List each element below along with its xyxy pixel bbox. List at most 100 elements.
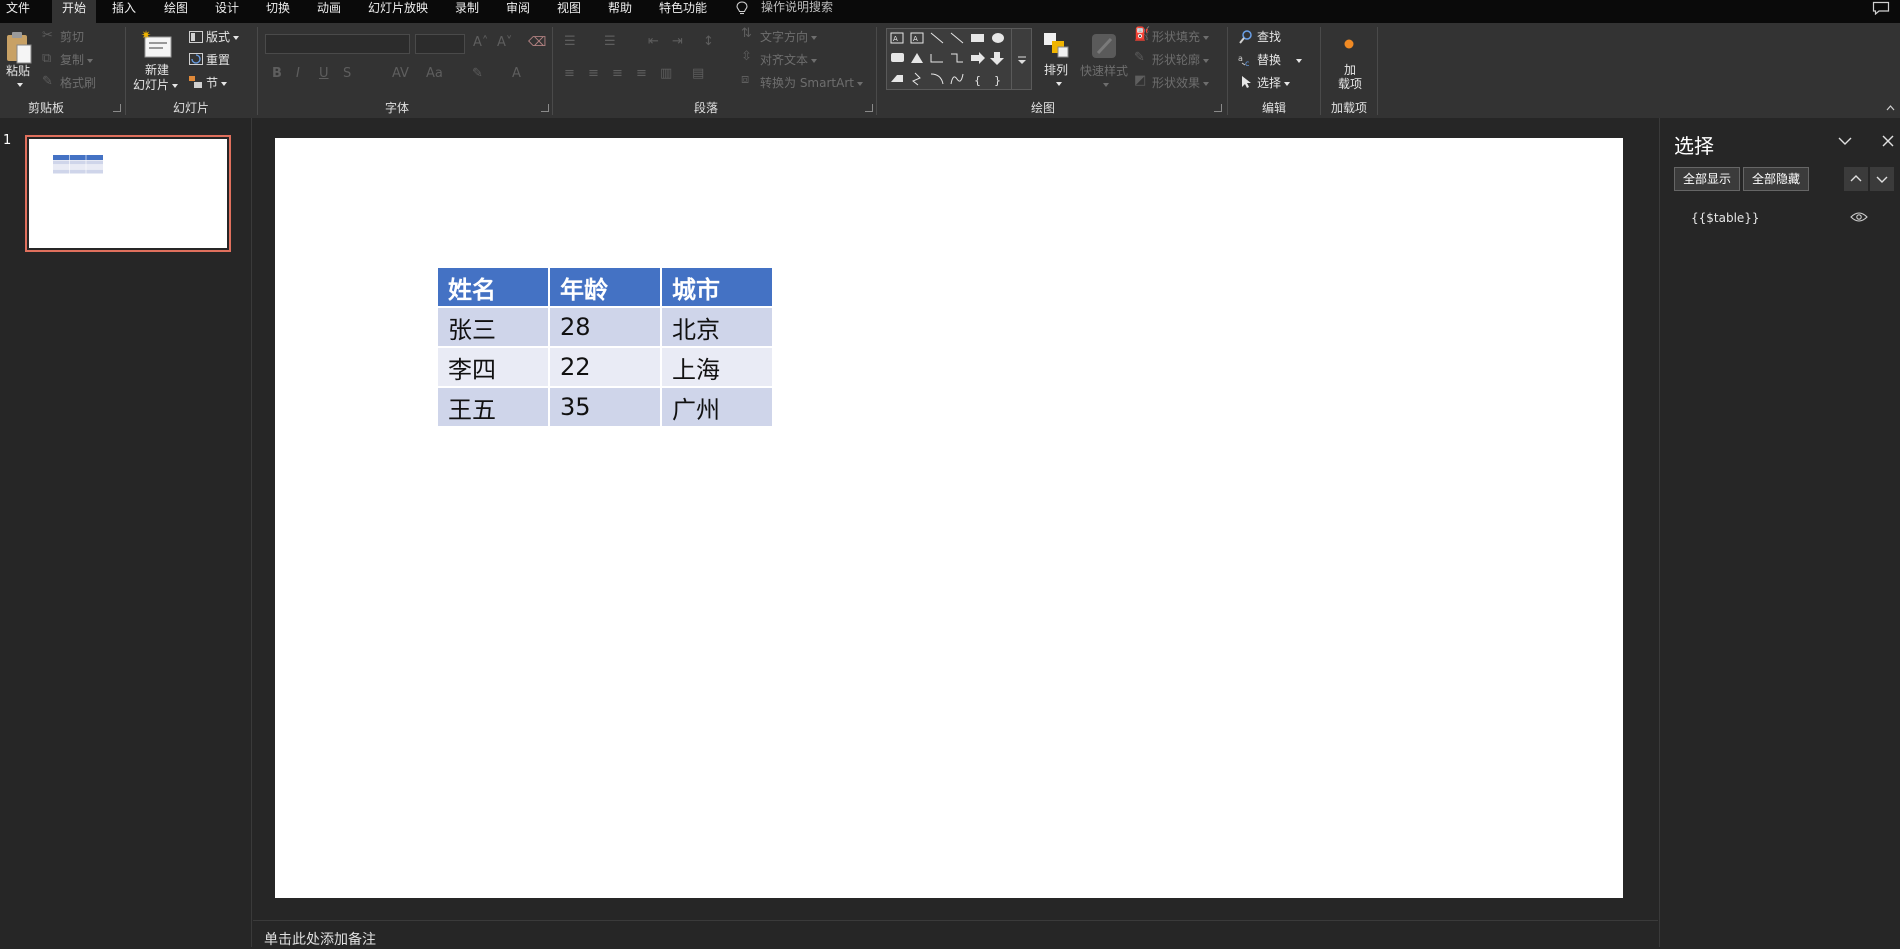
- tab-special-features[interactable]: 特色功能: [655, 0, 711, 23]
- hide-all-button[interactable]: 全部隐藏: [1743, 167, 1809, 191]
- paste-dropdown[interactable]: [14, 76, 23, 92]
- underline-icon[interactable]: U: [319, 66, 329, 81]
- tab-design[interactable]: 设计: [211, 0, 243, 23]
- selection-item-table[interactable]: {{$table}}: [1691, 211, 1760, 225]
- align-center-icon[interactable]: ≡: [588, 66, 599, 81]
- arrange-icon[interactable]: [1042, 31, 1070, 59]
- align-text-button[interactable]: 对齐文本: [760, 52, 818, 68]
- replace-dropdown[interactable]: [1293, 52, 1302, 68]
- bold-icon[interactable]: B: [272, 66, 282, 81]
- italic-icon[interactable]: I: [296, 66, 300, 81]
- slide-thumbnail[interactable]: [25, 135, 231, 252]
- tab-view[interactable]: 视图: [553, 0, 585, 23]
- tab-review[interactable]: 审阅: [502, 0, 534, 23]
- shape-outline-button[interactable]: 形状轮廓: [1152, 52, 1210, 68]
- bullets-icon[interactable]: ☰: [564, 34, 576, 49]
- new-slide-dropdown[interactable]: 幻灯片: [133, 77, 179, 93]
- table-cell[interactable]: 王五: [438, 388, 550, 428]
- convert-smartart-button[interactable]: 转换为 SmartArt: [760, 75, 863, 91]
- reset-button[interactable]: 重置: [206, 52, 230, 68]
- table-header-cell[interactable]: 姓名: [438, 268, 550, 308]
- font-size-combo[interactable]: [415, 34, 465, 54]
- increase-font-icon[interactable]: A˄: [473, 35, 488, 50]
- table-cell[interactable]: 28: [550, 308, 662, 348]
- tab-slideshow[interactable]: 幻灯片放映: [364, 0, 432, 23]
- tab-insert[interactable]: 插入: [108, 0, 140, 23]
- table-cell[interactable]: 广州: [662, 388, 774, 428]
- font-name-combo[interactable]: [265, 34, 410, 54]
- format-painter-button[interactable]: 格式刷: [60, 75, 96, 91]
- numbering-icon[interactable]: ☰: [604, 34, 616, 49]
- strikethrough-icon[interactable]: S: [343, 66, 351, 81]
- replace-button[interactable]: 替换: [1257, 52, 1281, 68]
- shape-fill-button[interactable]: 形状填充: [1152, 29, 1210, 45]
- paste-icon[interactable]: [5, 31, 33, 65]
- pane-options-chevron-icon[interactable]: [1838, 136, 1852, 146]
- line-spacing-icon[interactable]: ↕: [703, 34, 714, 49]
- distributed-icon[interactable]: ▥: [660, 66, 672, 81]
- addins-icon[interactable]: [1342, 37, 1356, 51]
- addins-group-label: 加载项: [1331, 101, 1368, 115]
- layout-button[interactable]: 版式: [206, 29, 240, 45]
- decrease-indent-icon[interactable]: ⇤: [648, 34, 659, 49]
- eye-icon[interactable]: [1850, 211, 1868, 223]
- comments-icon[interactable]: [1872, 1, 1890, 15]
- columns-icon[interactable]: ▤: [692, 66, 704, 81]
- find-button[interactable]: 查找: [1257, 29, 1281, 45]
- text-direction-button[interactable]: 文字方向: [760, 29, 818, 45]
- highlight-icon[interactable]: ✎: [472, 66, 483, 81]
- tab-file[interactable]: 文件: [0, 0, 36, 23]
- cut-button[interactable]: 剪切: [60, 29, 84, 45]
- tab-animations[interactable]: 动画: [313, 0, 345, 23]
- drawing-launcher[interactable]: [1214, 104, 1222, 112]
- clear-formatting-icon[interactable]: ⌫: [528, 35, 546, 50]
- new-slide-button[interactable]: 新建: [145, 62, 169, 78]
- close-icon[interactable]: [1882, 135, 1894, 147]
- align-right-icon[interactable]: ≡: [612, 66, 623, 81]
- tab-draw[interactable]: 绘图: [160, 0, 192, 23]
- table-cell[interactable]: 35: [550, 388, 662, 428]
- change-case-icon[interactable]: Aa: [426, 66, 443, 81]
- clipboard-launcher[interactable]: [113, 104, 121, 112]
- tab-transitions[interactable]: 切换: [262, 0, 294, 23]
- send-backward-button[interactable]: [1870, 167, 1894, 191]
- shapes-more-button[interactable]: [1012, 28, 1032, 90]
- table-header-cell[interactable]: 城市: [662, 268, 774, 308]
- quick-styles-icon[interactable]: [1089, 31, 1119, 61]
- table-cell[interactable]: 上海: [662, 348, 774, 388]
- select-button[interactable]: 选择: [1257, 75, 1291, 91]
- addins-button-line2[interactable]: 载项: [1338, 76, 1362, 92]
- increase-indent-icon[interactable]: ⇥: [672, 34, 683, 49]
- slide-table[interactable]: 姓名 年龄 城市 张三 28 北京 李四 22 上海 王五 35 广州: [438, 268, 774, 428]
- table-header-row: 姓名 年龄 城市: [438, 268, 774, 308]
- character-spacing-icon[interactable]: AV: [392, 66, 409, 81]
- paragraph-launcher[interactable]: [865, 104, 873, 112]
- copy-button[interactable]: 复制: [60, 52, 94, 68]
- tab-help[interactable]: 帮助: [604, 0, 636, 23]
- section-button[interactable]: 节: [206, 75, 228, 91]
- slide-canvas[interactable]: 姓名 年龄 城市 张三 28 北京 李四 22 上海 王五 35 广州: [275, 138, 1623, 898]
- new-slide-icon[interactable]: ✷: [141, 29, 173, 59]
- table-header-cell[interactable]: 年龄: [550, 268, 662, 308]
- font-launcher[interactable]: [541, 104, 549, 112]
- table-cell[interactable]: 李四: [438, 348, 550, 388]
- format-painter-icon: ✎: [42, 74, 53, 89]
- table-cell[interactable]: 北京: [662, 308, 774, 348]
- shapes-gallery[interactable]: A A { }: [886, 28, 1012, 90]
- font-color-icon[interactable]: A: [512, 66, 521, 81]
- show-all-button[interactable]: 全部显示: [1674, 167, 1740, 191]
- notes-placeholder[interactable]: 单击此处添加备注: [264, 929, 376, 949]
- quick-styles-dropdown[interactable]: [1100, 76, 1109, 92]
- bring-forward-button[interactable]: [1844, 167, 1868, 191]
- collapse-ribbon-icon[interactable]: [1886, 105, 1895, 111]
- justify-icon[interactable]: ≡: [636, 66, 647, 81]
- align-left-icon[interactable]: ≡: [564, 66, 575, 81]
- tab-home[interactable]: 开始: [52, 0, 96, 23]
- notes-pane[interactable]: 单击此处添加备注: [253, 920, 1658, 949]
- arrange-dropdown[interactable]: [1053, 75, 1062, 91]
- table-cell[interactable]: 张三: [438, 308, 550, 348]
- decrease-font-icon[interactable]: A˅: [497, 35, 512, 50]
- table-cell[interactable]: 22: [550, 348, 662, 388]
- shape-effects-button[interactable]: 形状效果: [1152, 75, 1210, 91]
- tab-record[interactable]: 录制: [451, 0, 483, 23]
